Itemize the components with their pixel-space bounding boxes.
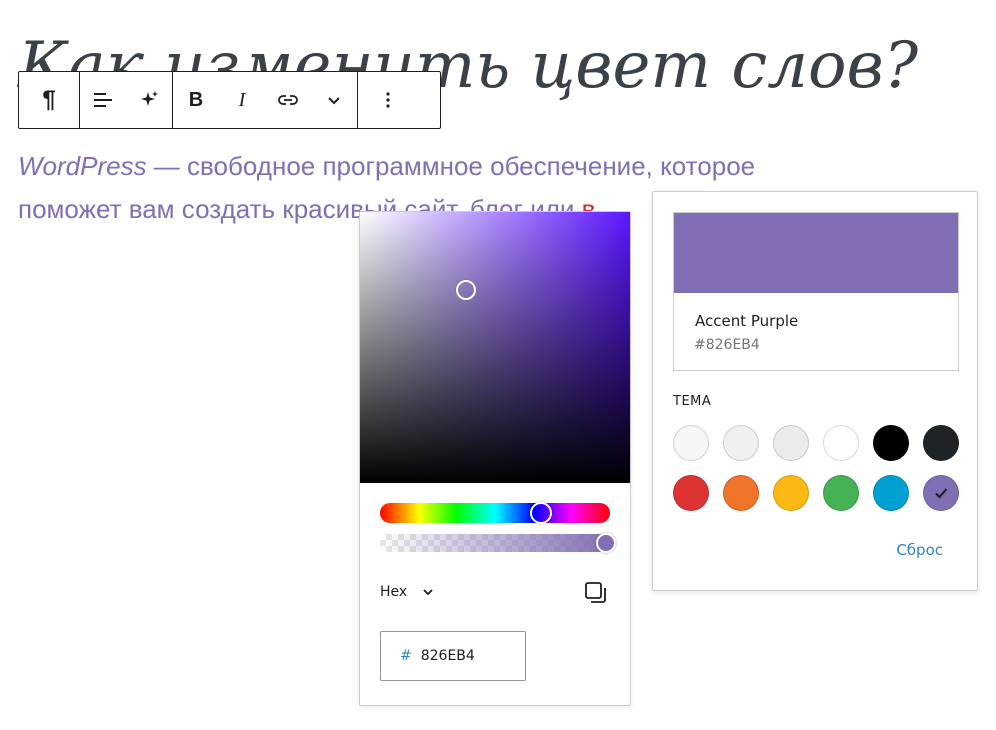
selected-color-name: Accent Purple (695, 312, 799, 330)
paragraph-wordpress: WordPress (18, 151, 147, 181)
hex-input-wrapper: # (380, 631, 526, 681)
hue-slider[interactable] (380, 502, 610, 524)
custom-color-picker: Hex # (359, 211, 631, 706)
alpha-handle[interactable] (596, 533, 616, 553)
align-button[interactable] (80, 72, 126, 128)
more-vertical-icon (386, 92, 390, 108)
block-toolbar: ¶ B I (18, 71, 441, 129)
color-palette-popover: Accent Purple #826EB4 ТЕМА Сброс (652, 191, 978, 591)
italic-button[interactable]: I (219, 72, 265, 128)
align-left-icon (94, 93, 112, 107)
color-swatch[interactable] (723, 425, 759, 461)
copy-button[interactable] (582, 579, 610, 607)
reset-button[interactable]: Сброс (896, 541, 943, 559)
color-swatch[interactable] (823, 425, 859, 461)
options-button[interactable] (358, 72, 418, 128)
selected-color-hex: #826EB4 (694, 337, 760, 353)
color-swatch[interactable] (823, 475, 859, 511)
color-swatch[interactable] (923, 425, 959, 461)
hex-input[interactable] (420, 648, 511, 664)
color-swatch[interactable] (923, 475, 959, 511)
copy-icon (585, 582, 606, 603)
saturation-handle[interactable] (456, 280, 476, 300)
color-swatch[interactable] (773, 425, 809, 461)
alpha-slider[interactable] (380, 533, 616, 553)
theme-label: ТЕМА (673, 394, 712, 409)
selected-color-preview[interactable]: Accent Purple #826EB4 (673, 212, 959, 371)
color-format-label: Hex (380, 584, 408, 600)
color-format-select[interactable]: Hex (380, 584, 435, 600)
italic-label: I (238, 88, 246, 111)
hue-handle[interactable] (530, 502, 552, 524)
chevron-down-icon (328, 97, 340, 105)
bold-label: B (188, 88, 204, 111)
more-formats-button[interactable] (311, 72, 357, 128)
link-button[interactable] (265, 72, 311, 128)
saturation-area[interactable] (360, 212, 630, 483)
format-group: B I (173, 72, 358, 128)
sparkle-icon (141, 91, 158, 106)
bold-button[interactable]: B (173, 72, 219, 128)
color-swatch[interactable] (673, 475, 709, 511)
check-icon (935, 488, 948, 499)
theme-swatches (673, 425, 963, 511)
hex-prefix: # (400, 648, 412, 664)
chevron-down-icon (423, 589, 433, 596)
pilcrow-icon: ¶ (42, 86, 56, 113)
color-swatch[interactable] (673, 425, 709, 461)
selected-color-swatch (674, 213, 958, 293)
color-swatch[interactable] (873, 475, 909, 511)
options-group (358, 72, 418, 128)
link-icon (278, 95, 298, 105)
color-swatch[interactable] (773, 475, 809, 511)
align-group (80, 72, 173, 128)
block-type-button[interactable]: ¶ (19, 72, 79, 128)
color-swatch[interactable] (723, 475, 759, 511)
block-type-group: ¶ (19, 72, 80, 128)
color-swatch[interactable] (873, 425, 909, 461)
ai-sparkle-button[interactable] (126, 72, 172, 128)
